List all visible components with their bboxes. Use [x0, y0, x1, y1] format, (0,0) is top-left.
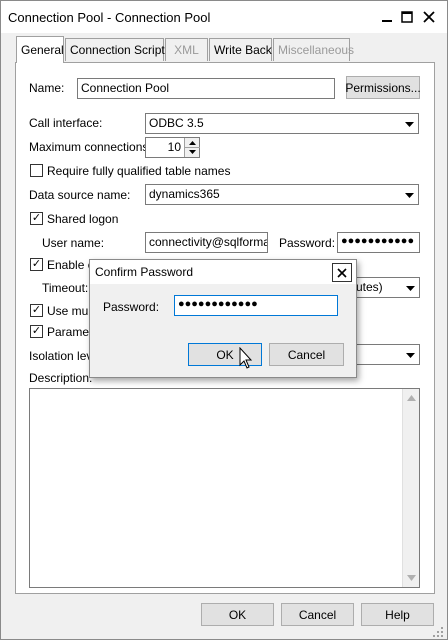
call-interface-select[interactable]: ODBC 3.5 — [145, 113, 419, 134]
enable-pooling-label: Enable c — [47, 258, 94, 272]
dialog-password-input[interactable]: ●●●●●●●●●●●● — [174, 295, 338, 316]
tab-miscellaneous: Miscellaneous — [273, 38, 354, 61]
data-source-select[interactable]: dynamics365 — [145, 184, 419, 205]
tab-xml: XML — [165, 38, 208, 61]
resize-grip-icon[interactable] — [432, 626, 444, 638]
close-icon — [423, 11, 435, 23]
user-name-label: User name: — [42, 236, 105, 250]
close-button[interactable] — [420, 8, 438, 26]
use-multithreaded-checkbox[interactable]: ✓ — [30, 304, 43, 317]
name-input[interactable]: Connection Pool — [77, 78, 335, 99]
data-source-label: Data source name: — [29, 188, 131, 202]
parameter-support-checkbox[interactable]: ✓ — [30, 325, 43, 338]
ok-button[interactable]: OK — [201, 603, 274, 626]
call-interface-value: ODBC 3.5 — [149, 116, 204, 130]
description-textarea[interactable] — [29, 388, 420, 588]
name-label: Name: — [29, 81, 65, 95]
spinner-arrows-icon — [185, 141, 200, 154]
scroll-down-icon[interactable] — [407, 575, 416, 581]
dialog-close-button[interactable] — [332, 263, 352, 282]
close-icon — [337, 267, 347, 278]
cancel-button[interactable]: Cancel — [281, 603, 354, 626]
enable-pooling-checkbox[interactable]: ✓ — [30, 258, 43, 271]
maximize-icon — [401, 11, 413, 23]
help-button[interactable]: Help — [361, 603, 434, 626]
tab-general[interactable]: General — [16, 36, 64, 63]
password-label: Password: — [279, 236, 336, 250]
data-source-value: dynamics365 — [149, 187, 220, 201]
tab-write-back[interactable]: Write Back — [209, 38, 272, 61]
require-qualified-checkbox[interactable] — [30, 164, 43, 177]
chevron-down-icon — [403, 188, 416, 202]
permissions-button[interactable]: Permissions... — [345, 76, 421, 99]
timeout-unit-value: utes) — [356, 280, 383, 294]
shared-logon-label: Shared logon — [47, 212, 119, 226]
minimize-button[interactable] — [378, 8, 396, 26]
shared-logon-checkbox[interactable]: ✓ — [30, 212, 43, 225]
timeout-unit-select[interactable]: utes) — [352, 277, 420, 298]
dialog-title: Confirm Password — [95, 265, 194, 279]
user-name-input[interactable]: connectivity@sqlformatc — [145, 232, 268, 253]
max-connections-spinner[interactable] — [184, 138, 200, 157]
mouse-pointer-icon — [239, 347, 253, 369]
scroll-up-icon[interactable] — [407, 395, 416, 401]
password-input[interactable]: ●●●●●●●●●●● — [337, 232, 420, 253]
require-qualified-label: Require fully qualified table names — [47, 164, 231, 178]
chevron-down-icon — [404, 348, 417, 362]
description-label: Description: — [29, 371, 93, 385]
dialog-cancel-button[interactable]: Cancel — [269, 343, 344, 366]
confirm-password-dialog: Confirm Password Password: ●●●●●●●●●●●● … — [89, 259, 357, 378]
maximize-button[interactable] — [398, 8, 416, 26]
description-scrollbar[interactable] — [402, 389, 419, 587]
call-interface-label: Call interface: — [29, 116, 103, 130]
timeout-label: Timeout: — [42, 281, 89, 295]
isolation-level-select[interactable] — [352, 344, 420, 365]
dialog-password-label: Password: — [103, 300, 160, 314]
window-title: Connection Pool - Connection Pool — [8, 10, 211, 25]
minimize-icon — [382, 20, 392, 22]
chevron-down-icon — [403, 117, 416, 131]
max-connections-label: Maximum connections: — [29, 140, 152, 154]
chevron-down-icon — [404, 281, 417, 295]
tab-connection-scripts[interactable]: Connection Scripts — [65, 38, 171, 61]
